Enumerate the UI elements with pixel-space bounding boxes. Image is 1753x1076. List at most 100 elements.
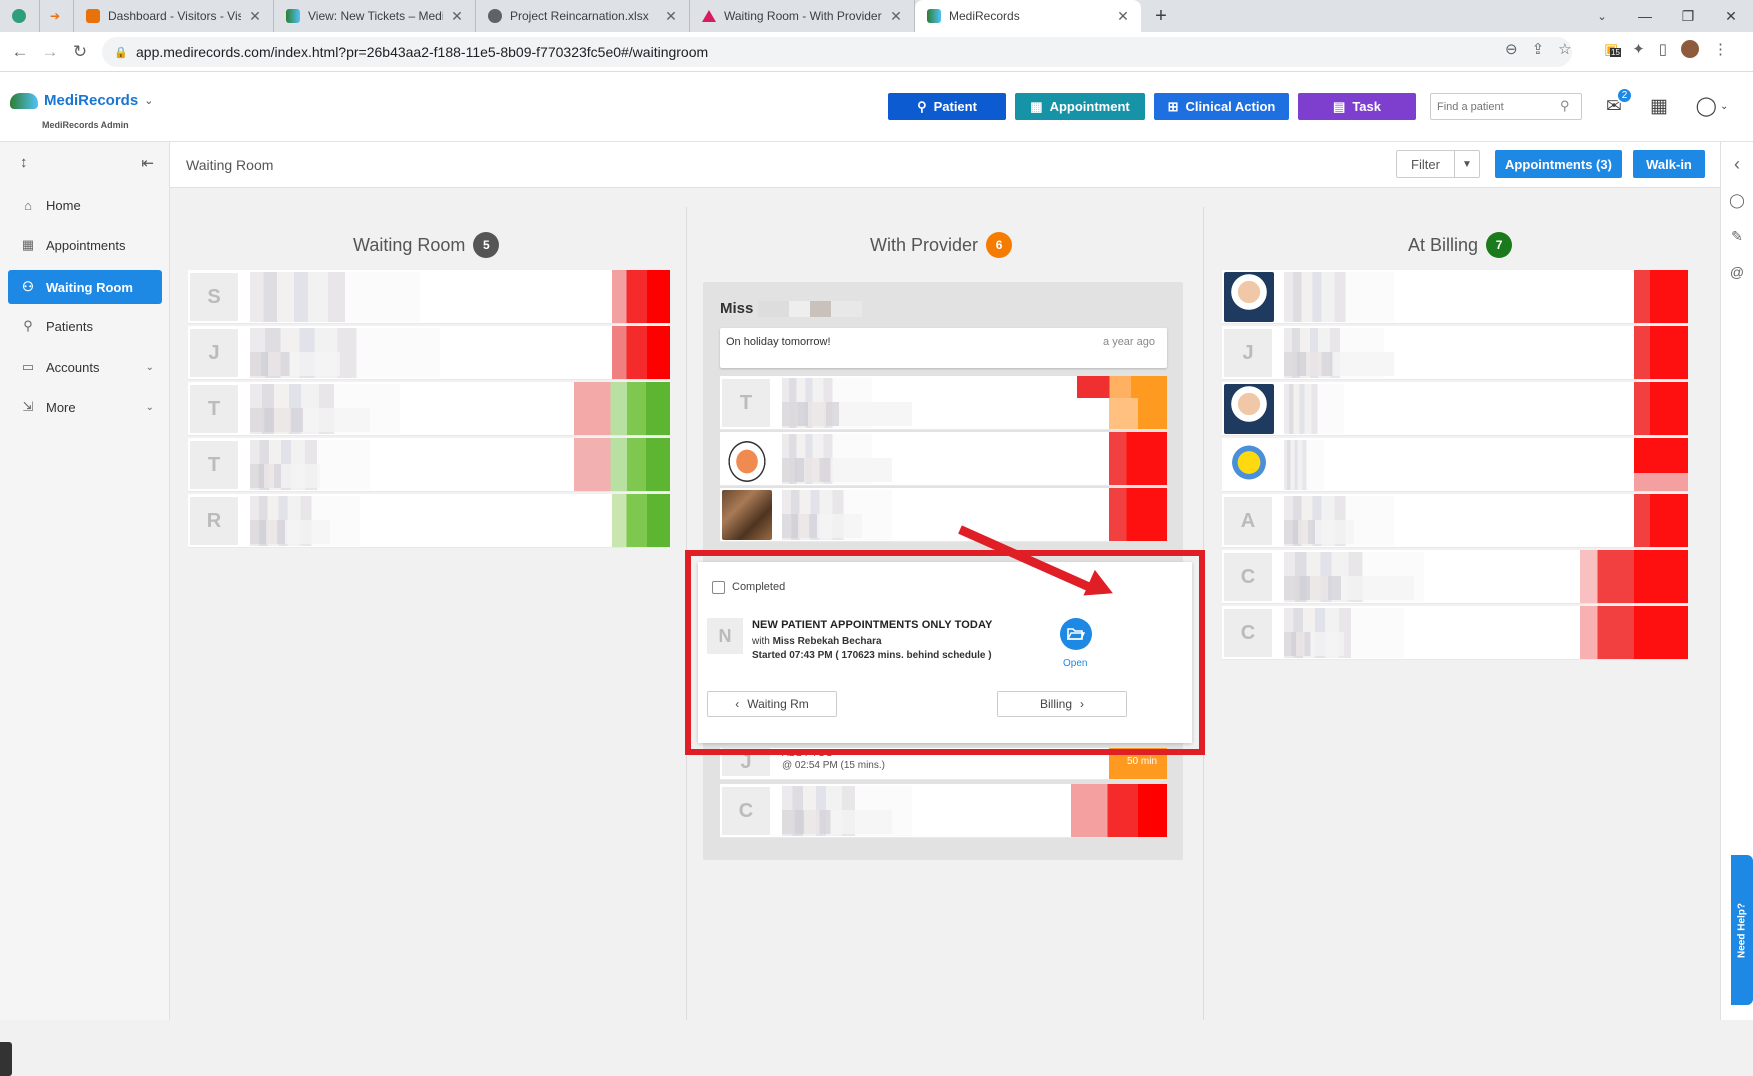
close-icon[interactable]: ✕ <box>663 8 679 25</box>
patient-card[interactable]: J <box>1222 326 1688 380</box>
close-icon[interactable]: ✕ <box>449 8 465 25</box>
restore-icon[interactable]: ❐ <box>1666 0 1710 32</box>
patient-card[interactable]: S <box>188 270 670 324</box>
sidebar-item-appointments[interactable]: ▦ Appointments <box>8 228 162 262</box>
filter-button[interactable]: Filter ▼ <box>1396 150 1480 178</box>
need-help-button[interactable]: Need Help? <box>1731 855 1753 1005</box>
wait-time-indicator <box>612 326 670 379</box>
patient-card[interactable]: C <box>720 784 1167 838</box>
appointments-button[interactable]: Appointments (3) <box>1495 150 1622 178</box>
profile-avatar-icon[interactable] <box>1681 40 1700 58</box>
patient-card[interactable] <box>1222 382 1688 436</box>
clipboard-icon: ▤ <box>1333 98 1346 114</box>
patient-card[interactable]: T <box>188 382 670 436</box>
zoom-icon[interactable]: ⊖ <box>1505 40 1518 58</box>
wait-time-indicator <box>1634 382 1688 435</box>
sidepanel-icon[interactable]: ▯ <box>1659 40 1667 58</box>
chevron-left-icon[interactable]: ‹ <box>1729 154 1745 175</box>
new-tab-button[interactable]: + <box>1141 0 1181 32</box>
close-icon[interactable]: ✕ <box>888 8 904 25</box>
resize-vertical-icon[interactable]: ↕ <box>20 154 28 172</box>
globe-icon <box>488 9 502 23</box>
calendar-icon[interactable]: ▦ <box>1647 94 1671 118</box>
url-field[interactable]: 🔒 app.medirecords.com/index.html?pr=26b4… <box>102 37 1572 67</box>
patient-card[interactable] <box>720 488 1167 542</box>
patient-card[interactable]: A <box>1222 494 1688 548</box>
browser-tab-tickets[interactable]: View: New Tickets – MediRecords ✕ <box>274 0 476 32</box>
with-provider-column-title: With Provider 6 <box>870 232 1013 258</box>
home-icon: ⌂ <box>24 197 32 213</box>
move-to-waiting-room-button[interactable]: ‹ Waiting Rm <box>707 691 837 717</box>
wait-time-indicator <box>612 270 670 323</box>
redacted-info <box>250 408 370 432</box>
tab-search-icon[interactable]: ⌄ <box>1580 0 1624 32</box>
back-icon[interactable]: ← <box>8 40 32 64</box>
browser-tab-dashboard[interactable]: Dashboard - Visitors - Visitor list ✕ <box>74 0 274 32</box>
forward-icon[interactable]: → <box>38 40 62 64</box>
close-window-icon[interactable]: ✕ <box>1709 0 1753 32</box>
sidebar-item-home[interactable]: ⌂ Home <box>8 188 162 222</box>
extension-icons: ▣15 ✦ ▯ ⋮ <box>1604 40 1728 58</box>
browser-tab-arrow[interactable]: ➔ <box>40 0 74 32</box>
account-name: MediRecords Admin <box>42 120 129 130</box>
chat-icon[interactable]: ◯ <box>1729 192 1745 209</box>
browser-tab-medirecords[interactable]: MediRecords ✕ <box>915 0 1141 32</box>
chrome-menu-icon[interactable]: ⋮ <box>1713 40 1728 58</box>
open-button[interactable] <box>1060 618 1092 650</box>
clinical-action-button[interactable]: ⊞ Clinical Action <box>1154 93 1289 120</box>
reload-icon[interactable]: ↻ <box>68 40 92 64</box>
patient-card[interactable]: R <box>188 494 670 548</box>
patient-card[interactable] <box>720 432 1167 486</box>
medical-bag-icon: ⊞ <box>1167 98 1179 114</box>
sidebar-item-accounts[interactable]: ▭ Accounts ⌄ <box>8 350 162 384</box>
patient-initial: N <box>707 618 743 654</box>
waiting-icon: ⚇ <box>22 279 34 294</box>
share-icon[interactable]: ⇪ <box>1532 40 1545 58</box>
browser-tab-waiting[interactable]: Waiting Room - With Provider ✕ <box>690 0 915 32</box>
waiting-room-column-title: Waiting Room 5 <box>353 232 500 258</box>
patient-card[interactable]: J <box>188 326 670 380</box>
extension-calendar-icon[interactable]: ▣15 <box>1604 40 1621 58</box>
patient-card[interactable]: T <box>188 438 670 492</box>
chevron-down-icon[interactable]: ▼ <box>1455 151 1479 177</box>
collapse-sidebar-icon[interactable]: ⇤ <box>141 154 154 172</box>
patient-card[interactable]: C <box>1222 550 1688 604</box>
feedback-tab[interactable] <box>0 1042 12 1076</box>
patient-card[interactable]: C <box>1222 606 1688 660</box>
extensions-puzzle-icon[interactable]: ✦ <box>1632 40 1645 58</box>
search-icon[interactable]: ⚲ <box>1560 98 1570 114</box>
move-to-billing-button[interactable]: Billing › <box>997 691 1127 717</box>
patients-icon: ⚲ <box>23 318 33 333</box>
task-button[interactable]: ▤ Task <box>1298 93 1416 120</box>
appointment-button[interactable]: ▦ Appointment <box>1015 93 1145 120</box>
patient-card[interactable] <box>1222 438 1688 492</box>
sidebar-item-more[interactable]: ⇲ More ⌄ <box>8 390 162 424</box>
medirecords-logo[interactable]: MediRecords ⌄ <box>10 92 153 109</box>
redacted-info <box>782 458 892 482</box>
minimize-icon[interactable]: — <box>1623 0 1667 32</box>
patient-button[interactable]: ⚲ Patient <box>888 93 1006 120</box>
provider-note: On holiday tomorrow! a year ago <box>720 328 1167 368</box>
wait-time-indicator <box>1580 606 1688 659</box>
dashboard-icon <box>86 9 100 23</box>
medirecords-icon <box>286 9 300 23</box>
main-content: Waiting Room Filter ▼ Appointments (3) W… <box>170 142 1720 1020</box>
browser-tab-project[interactable]: Project Reincarnation.xlsx ✕ <box>476 0 690 32</box>
close-icon[interactable]: ✕ <box>247 8 263 25</box>
open-label[interactable]: Open <box>1063 658 1087 669</box>
close-icon[interactable]: ✕ <box>1115 8 1131 25</box>
wait-time-indicator <box>1634 494 1688 547</box>
patient-card[interactable] <box>1222 270 1688 324</box>
walk-in-button[interactable]: Walk-in <box>1633 150 1705 178</box>
wait-time-indicator <box>1077 376 1167 398</box>
user-menu-icon[interactable]: ◯ ⌄ <box>1692 94 1732 118</box>
patient-card[interactable]: T <box>720 376 1167 430</box>
sidebar-item-patients[interactable]: ⚲ Patients <box>8 309 162 343</box>
sidebar-item-waiting-room[interactable]: ⚇ Waiting Room <box>8 270 162 304</box>
browser-tab-chatgpt[interactable] <box>0 0 40 32</box>
pin-icon[interactable]: ✎ <box>1729 228 1745 245</box>
wait-time-indicator <box>1634 326 1688 379</box>
at-icon[interactable]: @ <box>1729 264 1745 280</box>
completed-checkbox[interactable] <box>712 581 725 594</box>
bookmark-star-icon[interactable]: ☆ <box>1558 40 1571 58</box>
